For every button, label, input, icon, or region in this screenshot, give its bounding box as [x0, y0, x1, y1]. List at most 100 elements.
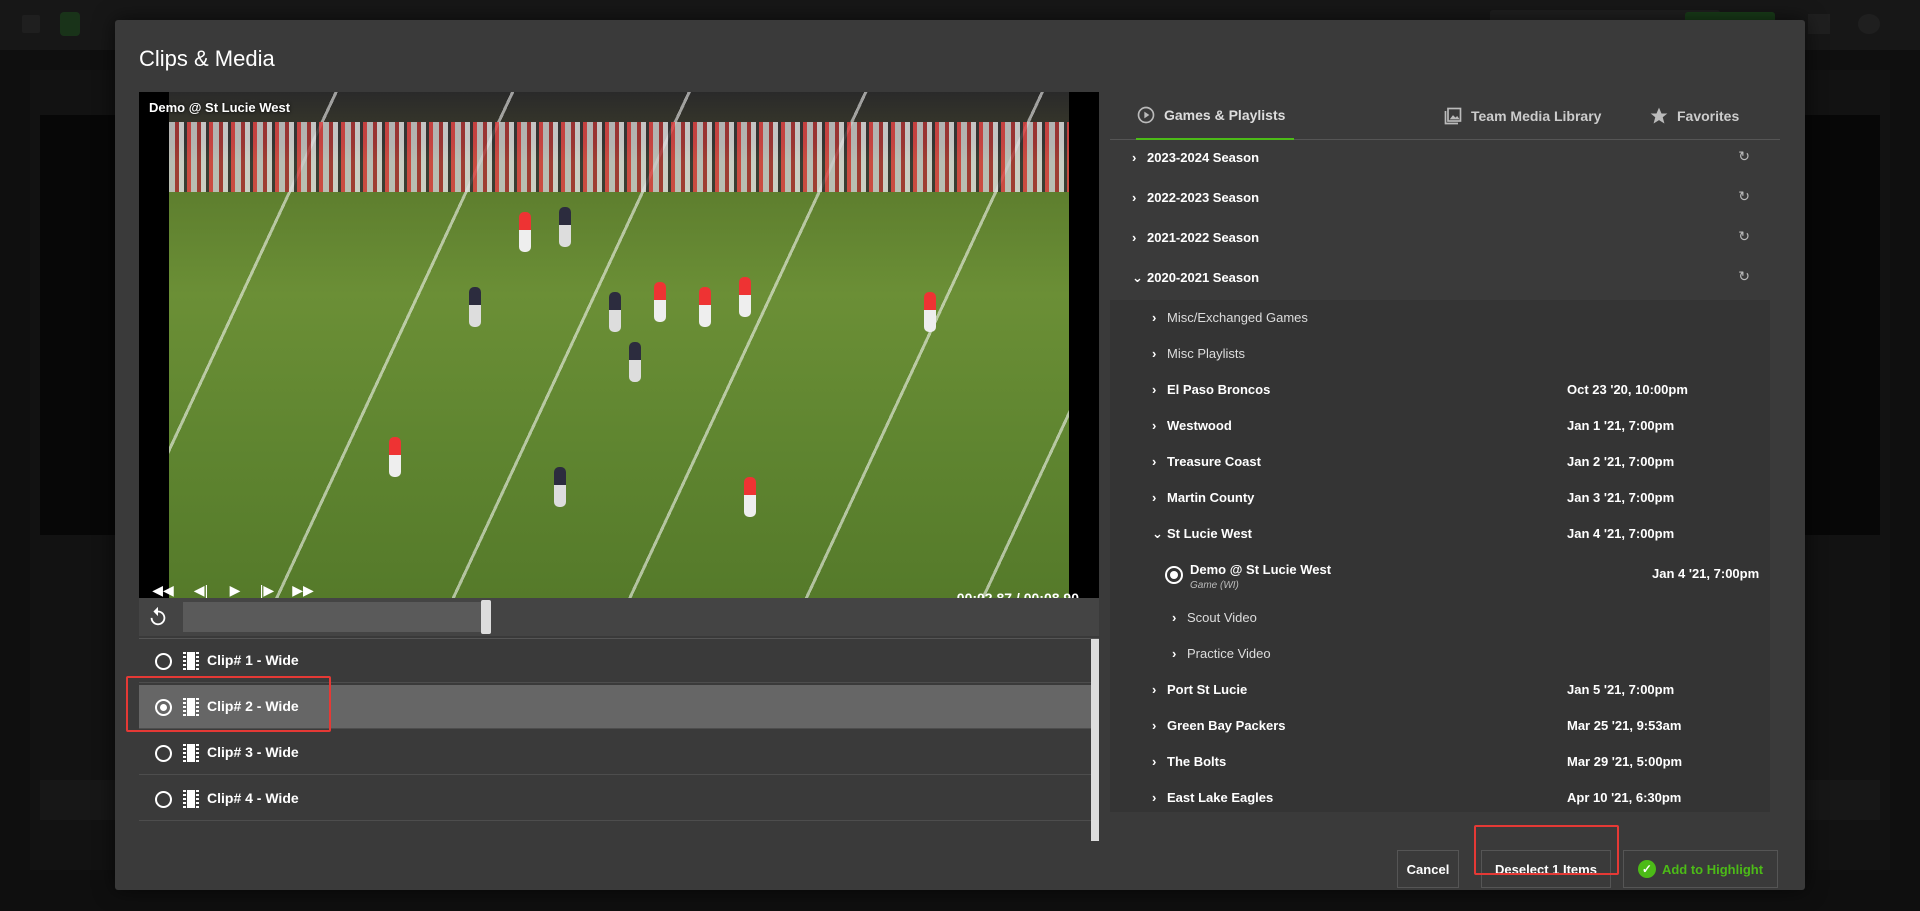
game-date: Mar 29 '21, 5:00pm — [1567, 754, 1683, 769]
chevron-right-icon[interactable]: › — [1152, 382, 1156, 397]
clip-label: Clip# 4 - Wide — [207, 790, 299, 806]
chevron-right-icon[interactable]: › — [1132, 190, 1136, 205]
video-player[interactable]: Demo @ St Lucie West ◀◀ ◀| ▶ |▶ ▶▶ 00:02… — [139, 92, 1099, 598]
chevron-right-icon[interactable]: › — [1152, 682, 1156, 697]
folder-row[interactable]: › Misc Playlists — [1110, 336, 1770, 372]
game-row[interactable]: › Treasure Coast Jan 2 '21, 7:00pm — [1110, 444, 1770, 480]
add-to-highlight-label: Add to Highlight — [1661, 861, 1764, 877]
tab-games-playlists[interactable]: Games & Playlists — [1136, 92, 1294, 140]
season-row[interactable]: › 2023-2024 Season ↻ — [1110, 140, 1770, 176]
game-date: Jan 1 '21, 7:00pm — [1567, 418, 1675, 433]
refresh-icon[interactable]: ↻ — [1738, 268, 1750, 285]
game-label: The Bolts — [1167, 754, 1227, 769]
chevron-right-icon[interactable]: › — [1152, 310, 1156, 325]
clip-scrubber[interactable] — [139, 598, 1099, 636]
video-player-figure — [629, 342, 641, 382]
step-back-icon[interactable]: ◀| — [189, 582, 213, 598]
add-to-highlight-button[interactable]: ✓ Add to Highlight — [1623, 850, 1778, 888]
game-date: Jan 2 '21, 7:00pm — [1567, 454, 1675, 469]
game-video-row[interactable]: Demo @ St Lucie West Game (WI) Jan 4 '21… — [1110, 552, 1770, 600]
chevron-right-icon[interactable]: › — [1152, 790, 1156, 805]
game-date: Apr 10 '21, 6:30pm — [1567, 790, 1682, 805]
tab-favorites[interactable]: Favorites — [1649, 92, 1739, 140]
game-video-radio[interactable] — [1165, 566, 1183, 584]
game-row[interactable]: › Martin County Jan 3 '21, 7:00pm — [1110, 480, 1770, 516]
cancel-button[interactable]: Cancel — [1397, 850, 1459, 888]
media-tabs: Games & Playlists Team Media Library Fav… — [1110, 92, 1780, 140]
season-row[interactable]: › 2022-2023 Season ↻ — [1110, 180, 1770, 216]
clip-label: Clip# 2 - Wide — [207, 698, 299, 714]
refresh-icon[interactable]: ↻ — [1738, 148, 1750, 165]
chevron-right-icon[interactable]: › — [1172, 646, 1176, 661]
clip-radio[interactable] — [155, 653, 172, 670]
deselect-items-button[interactable]: Deselect 1 Items — [1481, 850, 1611, 888]
clips-media-modal: Clips & Media Demo @ St Lucie West ◀◀ ◀|… — [115, 20, 1805, 890]
clip-radio[interactable] — [155, 745, 172, 762]
game-row[interactable]: ⌄ St Lucie West Jan 4 '21, 7:00pm — [1110, 516, 1770, 552]
clip-item[interactable]: Clip# 4 - Wide — [139, 777, 1091, 821]
season-label: 2022-2023 Season — [1147, 190, 1260, 205]
clip-item[interactable]: Clip# 1 - Wide — [139, 639, 1091, 683]
game-video-type: Game (WI) — [1190, 580, 1239, 591]
clip-list-scrollbar[interactable] — [1091, 639, 1099, 841]
games-playlists-tree: › 2023-2024 Season ↻ › 2022-2023 Season … — [1110, 140, 1780, 812]
chevron-right-icon[interactable]: › — [1132, 230, 1136, 245]
chevron-right-icon[interactable]: › — [1152, 718, 1156, 733]
game-label: East Lake Eagles — [1167, 790, 1274, 805]
game-row[interactable]: › The Bolts Mar 29 '21, 5:00pm — [1110, 744, 1770, 780]
clip-item[interactable]: Clip# 2 - Wide — [139, 685, 1091, 729]
modal-title: Clips & Media — [139, 46, 275, 71]
video-player-figure — [654, 282, 666, 322]
sub-folder-row[interactable]: › Practice Video — [1110, 636, 1770, 672]
refresh-icon[interactable]: ↻ — [1738, 228, 1750, 245]
season-row[interactable]: ⌄ 2020-2021 Season ↻ — [1110, 260, 1770, 296]
chevron-right-icon[interactable]: › — [1132, 150, 1136, 165]
scrubber-track[interactable] — [183, 602, 483, 632]
folder-row[interactable]: › Misc/Exchanged Games — [1110, 300, 1770, 336]
clip-list: Clip# 1 - Wide Clip# 2 - Wide Clip# 3 - … — [139, 638, 1099, 841]
rewind-icon[interactable]: ◀◀ — [151, 582, 175, 598]
game-row[interactable]: › East Lake Eagles Apr 10 '21, 6:30pm — [1110, 780, 1770, 812]
clip-item[interactable]: Clip# 3 - Wide — [139, 731, 1091, 775]
game-label: Port St Lucie — [1167, 682, 1248, 697]
modal-footer: Cancel Deselect 1 Items ✓ Add to Highlig… — [115, 820, 1805, 890]
video-timecode: 00:02.87 / 00:08.90 — [956, 590, 1079, 598]
chevron-down-icon[interactable]: ⌄ — [1132, 270, 1143, 286]
clip-label: Clip# 3 - Wide — [207, 744, 299, 760]
game-row[interactable]: › El Paso Broncos Oct 23 '20, 10:00pm — [1110, 372, 1770, 408]
season-row[interactable]: › 2021-2022 Season ↻ — [1110, 220, 1770, 256]
refresh-icon[interactable]: ↻ — [1738, 188, 1750, 205]
scrubber-handle[interactable] — [481, 600, 491, 634]
tab-team-media-library[interactable]: Team Media Library — [1443, 92, 1601, 140]
film-icon — [183, 652, 199, 670]
chevron-right-icon[interactable]: › — [1152, 754, 1156, 769]
clip-radio[interactable] — [155, 791, 172, 808]
video-player-figure — [519, 212, 531, 252]
step-forward-icon[interactable]: |▶ — [255, 582, 279, 598]
chevron-right-icon[interactable]: › — [1152, 490, 1156, 505]
game-row[interactable]: › Port St Lucie Jan 5 '21, 7:00pm — [1110, 672, 1770, 708]
reset-icon[interactable] — [147, 606, 169, 628]
sub-folder-label: Scout Video — [1187, 610, 1257, 625]
chevron-down-icon[interactable]: ⌄ — [1152, 526, 1163, 542]
tab-label: Favorites — [1677, 108, 1740, 124]
chevron-right-icon[interactable]: › — [1152, 346, 1156, 361]
tab-label: Games & Playlists — [1164, 107, 1286, 123]
game-label: Green Bay Packers — [1167, 718, 1286, 733]
chevron-right-icon[interactable]: › — [1172, 610, 1176, 625]
chevron-right-icon[interactable]: › — [1152, 454, 1156, 469]
fast-forward-icon[interactable]: ▶▶ — [291, 582, 315, 598]
tab-label: Team Media Library — [1471, 108, 1602, 124]
star-icon — [1650, 107, 1668, 124]
video-player-figure — [699, 287, 711, 327]
game-label: Treasure Coast — [1167, 454, 1261, 469]
chevron-right-icon[interactable]: › — [1152, 418, 1156, 433]
game-row[interactable]: › Green Bay Packers Mar 25 '21, 9:53am — [1110, 708, 1770, 744]
game-row[interactable]: › Westwood Jan 1 '21, 7:00pm — [1110, 408, 1770, 444]
video-player-figure — [389, 437, 401, 477]
clip-radio[interactable] — [155, 699, 172, 716]
sub-folder-row[interactable]: › Scout Video — [1110, 600, 1770, 636]
play-icon[interactable]: ▶ — [223, 582, 247, 598]
game-date: Jan 5 '21, 7:00pm — [1567, 682, 1675, 697]
game-date: Oct 23 '20, 10:00pm — [1567, 382, 1688, 397]
